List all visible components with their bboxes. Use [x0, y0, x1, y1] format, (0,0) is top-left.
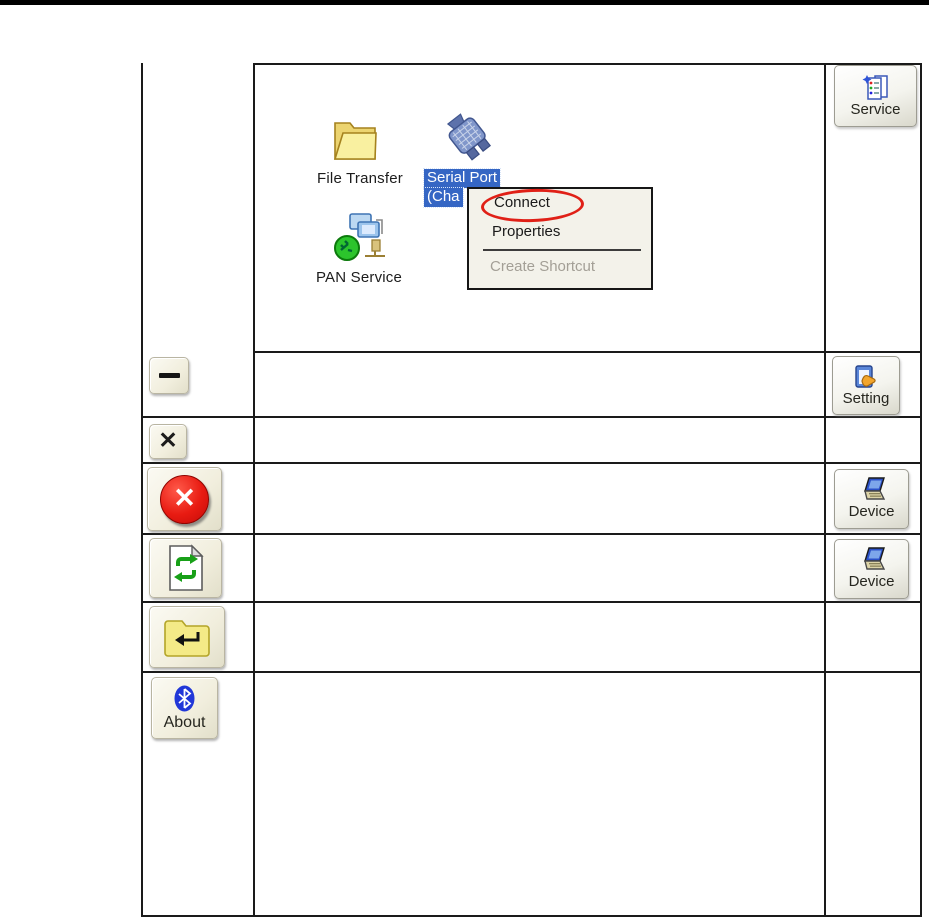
table-row-line-4: [141, 533, 922, 535]
menu-separator: [483, 249, 641, 251]
serial-port-icon[interactable]: [443, 110, 495, 166]
minimize-button[interactable]: [149, 357, 189, 394]
serial-port-label-line2: (Cha: [423, 187, 464, 208]
setting-label: Setting: [842, 389, 890, 407]
file-transfer-label: File Transfer: [317, 170, 403, 187]
refresh-document-icon: [168, 544, 204, 591]
service-label: Service: [850, 100, 901, 118]
pan-service-label: PAN Service: [315, 269, 403, 286]
service-list-icon: [862, 74, 888, 100]
table-row-line-2: [141, 416, 922, 418]
folder-icon: [333, 122, 377, 160]
serial-port-label-line1: Serial Port: [422, 168, 502, 189]
close-button[interactable]: ✕: [149, 424, 187, 459]
table-border-right: [920, 63, 922, 917]
device-button-1[interactable]: Device: [834, 469, 909, 529]
table-row-line-1: [253, 351, 922, 353]
close-icon: ✕: [158, 427, 178, 453]
setting-hand-icon: [855, 365, 876, 388]
table-border-left: [141, 63, 143, 917]
table-row-line-3: [141, 462, 922, 464]
file-transfer-icon[interactable]: [331, 113, 379, 165]
menu-item-create-shortcut: Create Shortcut: [490, 258, 596, 275]
folder-return-icon: [164, 620, 210, 657]
table-row-line-5: [141, 601, 922, 603]
setting-button[interactable]: Setting: [832, 356, 900, 415]
context-menu: Connect Properties Create Shortcut: [467, 187, 653, 290]
disconnect-button[interactable]: ✕: [147, 467, 222, 531]
refresh-button[interactable]: [149, 538, 222, 598]
pan-service-icon[interactable]: [332, 212, 386, 264]
table-border-col2: [253, 63, 255, 917]
device-laptop-icon: [863, 547, 885, 570]
table-border-top: [253, 63, 922, 65]
table-row-line-6: [141, 671, 922, 673]
page-header-rule: [0, 0, 929, 5]
white-x-glyph: ✕: [173, 482, 196, 513]
manual-page: File Transfer Serial Port (Cha PAN Servi…: [0, 0, 929, 919]
device-laptop-icon: [863, 477, 885, 500]
device-button-2[interactable]: Device: [834, 539, 909, 599]
device-label-1: Device: [848, 503, 895, 521]
about-button[interactable]: About: [151, 677, 218, 739]
table-border-bottom: [141, 915, 922, 917]
explore-button[interactable]: [149, 606, 225, 668]
red-annotation-circle: [480, 187, 585, 224]
bluetooth-icon: [174, 685, 195, 712]
pan-network-icon: [334, 213, 385, 261]
red-x-circle-icon: ✕: [160, 474, 209, 524]
service-button[interactable]: Service: [834, 65, 917, 127]
table-border-col3: [824, 63, 826, 917]
device-label-2: Device: [848, 573, 895, 591]
serial-connector-icon: [446, 113, 491, 161]
about-label: About: [163, 713, 206, 731]
menu-item-properties[interactable]: Properties: [492, 223, 560, 240]
minimize-icon: [158, 373, 180, 378]
